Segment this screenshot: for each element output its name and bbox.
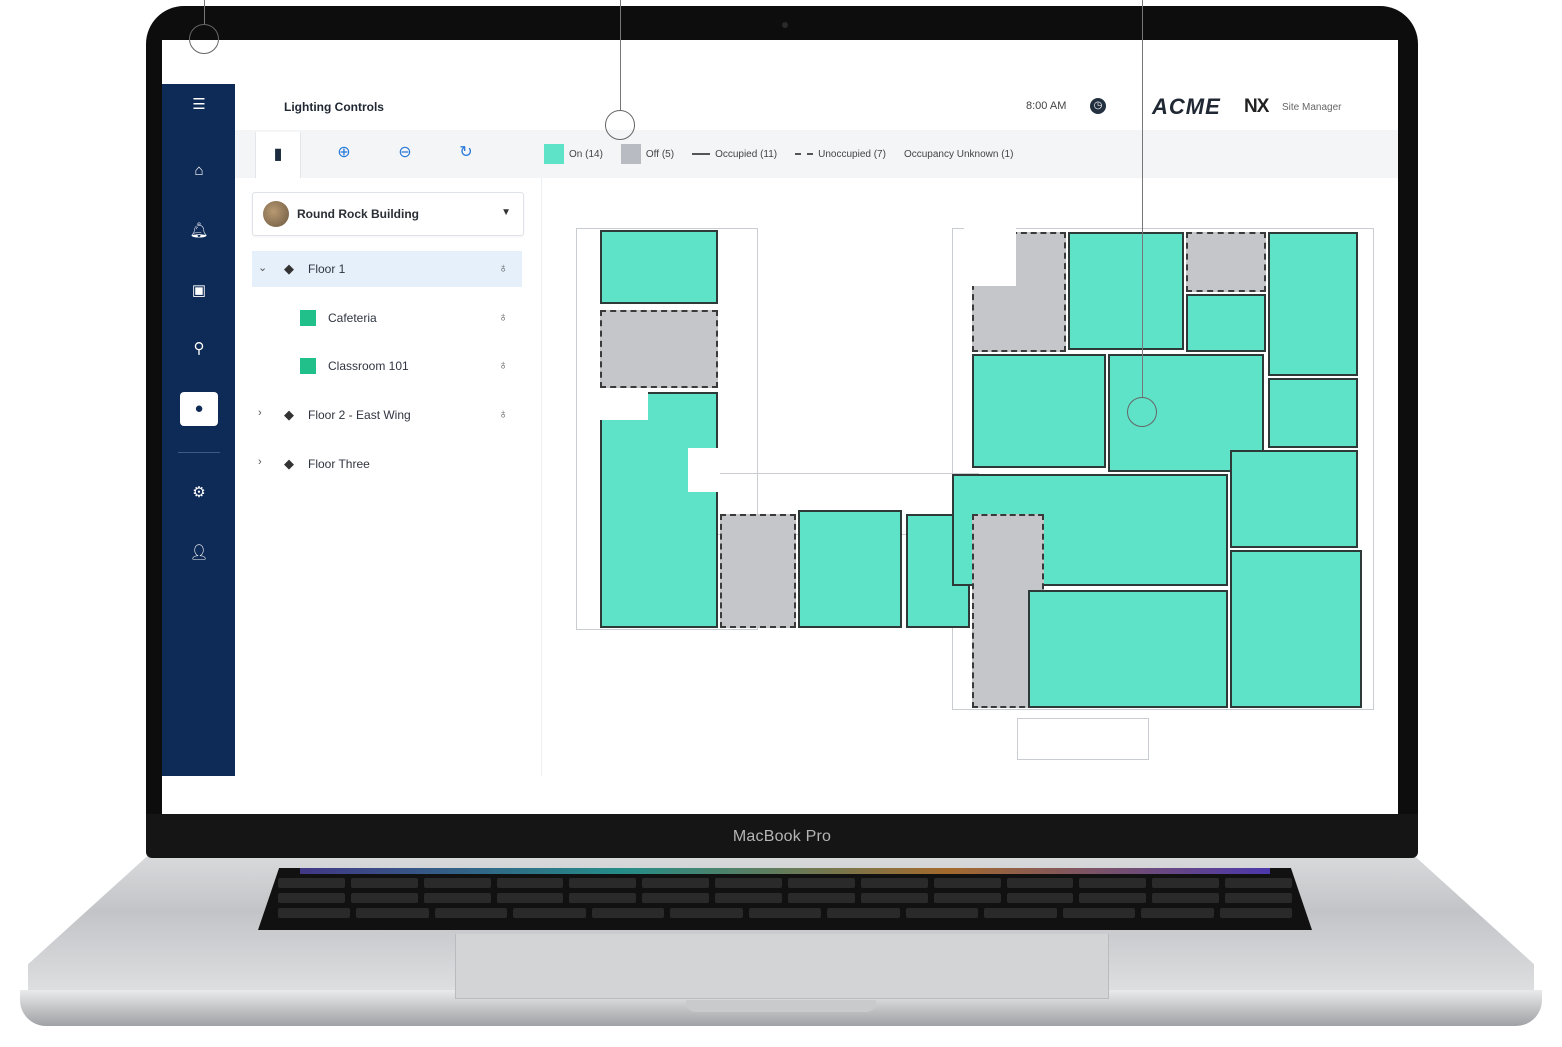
tree-item-label: Classroom 101 (328, 359, 409, 373)
calendar-icon[interactable]: ▣ (188, 280, 210, 302)
legend-unoccupied-label: Unoccupied (7) (818, 148, 886, 160)
chevron-down-icon: ▼ (501, 207, 511, 218)
clock-icon: ◷ (1090, 98, 1106, 114)
tree-item-label: Cafeteria (328, 311, 377, 325)
room-on[interactable] (972, 354, 1106, 468)
sidebar-nav: ☰ ⌂ 🔔︎ ▣ ⚲ ● ⚙ 👤︎ (162, 84, 235, 776)
room-icon (300, 358, 316, 374)
plan-cutout (586, 392, 648, 420)
on-swatch (544, 144, 564, 164)
top-bar (235, 84, 1398, 131)
keyboard (258, 868, 1312, 930)
chevron-right-icon[interactable]: › (258, 407, 262, 419)
tree-item-floor-2[interactable]: › ◆ Floor 2 - East Wing ♁ (252, 397, 522, 433)
room-on[interactable] (1186, 294, 1266, 352)
legend-on-label: On (14) (569, 148, 603, 160)
tree-item-label: Floor 1 (308, 262, 346, 276)
sidebar-divider (178, 452, 220, 453)
room-on[interactable] (1230, 550, 1362, 708)
alerts-icon[interactable]: 🔔︎ (188, 220, 210, 242)
building-icon: ▮ (273, 146, 283, 163)
room-on[interactable] (1268, 232, 1358, 376)
location-icon[interactable]: ⚲ (188, 338, 210, 360)
tree-item-floor-1[interactable]: ⌄ ◆ Floor 1 ♁ (252, 251, 522, 287)
page-title: Lighting Controls (284, 100, 384, 114)
tree-item-floor-three[interactable]: › ◆ Floor Three (252, 446, 522, 482)
lightbulb-icon[interactable]: ● (180, 392, 218, 426)
building-name: Round Rock Building (297, 207, 419, 221)
lightbulb-icon[interactable]: ♁ (498, 406, 508, 421)
legend-occupied: Occupied (11) (692, 144, 777, 164)
legend-off-label: Off (5) (645, 148, 675, 160)
callout-circle (1127, 397, 1157, 427)
tree-item-cafeteria[interactable]: Cafeteria ♁ (252, 300, 522, 336)
lightbulb-icon[interactable]: ♁ (498, 260, 508, 275)
room-icon (300, 310, 316, 326)
chevron-right-icon[interactable]: › (258, 456, 262, 468)
settings-icon[interactable]: ⚙ (188, 482, 210, 504)
tree-item-label: Floor 2 - East Wing (308, 408, 411, 422)
zoom-in-icon[interactable]: ⊕ (332, 141, 356, 165)
user-icon[interactable]: 👤︎ (188, 542, 210, 564)
screen: ☰ ⌂ 🔔︎ ▣ ⚲ ● ⚙ 👤︎ Lighting Controls 8:00… (162, 40, 1398, 814)
callout-circle (189, 24, 219, 54)
building-avatar (263, 201, 289, 227)
room-on[interactable] (1230, 450, 1358, 548)
legend: On (14) Off (5) Occupied (11) Unoccupied… (544, 144, 1013, 164)
legend-off: Off (5) (620, 144, 675, 164)
dashed-line-swatch (795, 153, 814, 155)
refresh-icon[interactable]: ↻ (454, 141, 478, 165)
plan-cutout (964, 228, 1016, 286)
trackpad (455, 934, 1109, 999)
plan-outline (1017, 718, 1149, 760)
callout-line (204, 0, 205, 24)
callout-circle (605, 110, 635, 140)
floor-plan (542, 178, 1398, 776)
site-manager-label: Site Manager (1282, 102, 1342, 113)
room-off[interactable] (720, 514, 796, 628)
menu-icon[interactable]: ☰ (188, 94, 210, 116)
plan-cutout (688, 448, 720, 492)
room-on[interactable] (1028, 590, 1228, 708)
room-off[interactable] (1186, 232, 1266, 292)
floor-icon: ◆ (284, 407, 294, 422)
solid-line-swatch (692, 153, 711, 155)
legend-on: On (14) (544, 144, 603, 164)
tree-item-label: Floor Three (308, 457, 370, 471)
legend-unoccupied: Unoccupied (7) (795, 144, 886, 164)
room-on[interactable] (1268, 378, 1358, 448)
callout-line (1142, 0, 1143, 397)
touch-bar (300, 868, 1270, 874)
building-tab[interactable]: ▮ (255, 132, 301, 178)
floor-icon: ◆ (284, 261, 294, 276)
floor-icon: ◆ (284, 456, 294, 471)
laptop-notch (686, 1000, 876, 1012)
nx-logo: NX (1244, 96, 1269, 117)
room-on[interactable] (600, 392, 718, 628)
room-on[interactable] (798, 510, 902, 628)
building-selector[interactable]: Round Rock Building ▼ (252, 192, 524, 236)
legend-occupied-label: Occupied (11) (715, 148, 778, 160)
camera (782, 22, 788, 28)
device-brand-label: MacBook Pro (732, 828, 832, 845)
chevron-down-icon[interactable]: ⌄ (258, 261, 267, 274)
callout-line (620, 0, 621, 110)
legend-unknown-label: Occupancy Unknown (1) (903, 148, 1014, 160)
room-off[interactable] (600, 310, 718, 388)
current-time: 8:00 AM (1026, 100, 1067, 112)
lightbulb-icon[interactable]: ♁ (498, 357, 508, 372)
off-swatch (620, 144, 641, 164)
room-on[interactable] (1068, 232, 1184, 350)
legend-unknown: Occupancy Unknown (1) (904, 144, 1014, 164)
tree-item-classroom-101[interactable]: Classroom 101 ♁ (252, 348, 522, 384)
room-on[interactable] (600, 230, 718, 304)
zoom-out-icon[interactable]: ⊖ (393, 141, 417, 165)
lightbulb-icon[interactable]: ♁ (498, 309, 508, 324)
home-icon[interactable]: ⌂ (188, 160, 210, 182)
acme-logo: ACME (1152, 94, 1221, 119)
